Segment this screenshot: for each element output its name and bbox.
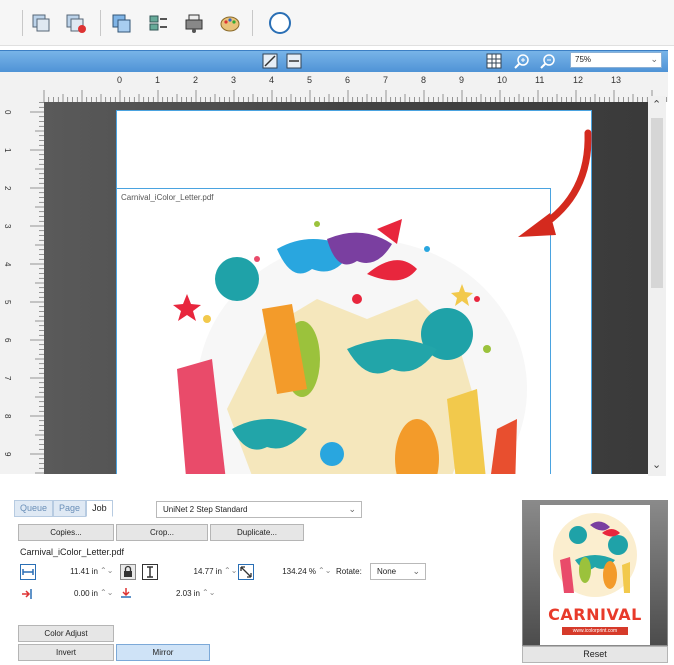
mirror-button[interactable]: Mirror: [116, 644, 210, 661]
ruler-label: 6: [3, 338, 12, 343]
ruler-label: 0: [117, 75, 123, 85]
vertical-scrollbar[interactable]: ⌃ ⌄: [648, 96, 666, 476]
image-frame[interactable]: Carnival_iColor_Letter.pdf: [117, 188, 551, 474]
toolbar-separator: [22, 10, 23, 36]
compass-icon[interactable]: [268, 11, 292, 35]
fit-page-icon[interactable]: [262, 53, 278, 69]
width-stepper[interactable]: ⌃⌄: [100, 566, 113, 575]
ruler-label: 4: [3, 262, 12, 267]
offset-x-icon: [20, 586, 36, 602]
lock-icon[interactable]: [120, 564, 136, 580]
ruler-label: 8: [421, 75, 427, 85]
scale-field[interactable]: 134.24 %: [260, 567, 316, 576]
scale-stepper[interactable]: ⌃⌄: [318, 566, 331, 575]
horizontal-ruler: 0 1 2 3 4 5 6 7 8 9 10 11 12 13: [0, 72, 668, 102]
ruler-label: 5: [3, 300, 12, 305]
preview-page: CARNIVAL www.icolorprint.com: [540, 505, 650, 645]
layers-add-icon[interactable]: [110, 11, 134, 35]
ruler-label: 3: [3, 224, 12, 229]
panel-tabs: Queue Page Job: [14, 500, 113, 517]
print-preview: CARNIVAL www.icolorprint.com: [522, 500, 668, 646]
tab-queue[interactable]: Queue: [14, 500, 54, 517]
offset-y-icon: [118, 586, 134, 602]
ruler-label: 8: [3, 414, 12, 419]
tab-page[interactable]: Page: [53, 500, 87, 517]
toolbar-separator: [252, 10, 253, 36]
ruler-label: 7: [3, 376, 12, 381]
preview-title: CARNIVAL: [548, 605, 642, 624]
preview-website: www.icolorprint.com: [562, 627, 628, 635]
ruler-label: 10: [497, 75, 508, 85]
scale-icon: [238, 564, 254, 580]
carnival-artwork: [173, 219, 527, 474]
zoom-out-icon[interactable]: [540, 53, 556, 69]
printer-driver-icon[interactable]: [182, 11, 206, 35]
ruler-label: 2: [3, 186, 12, 191]
ruler-label: 9: [3, 452, 12, 457]
ruler-label: 9: [459, 75, 465, 85]
rotate-value: None: [377, 567, 397, 576]
height-stepper[interactable]: ⌃⌄: [224, 566, 237, 575]
scroll-up-icon[interactable]: ⌃: [652, 98, 661, 111]
offset-x-field[interactable]: 0.00 in: [38, 589, 98, 598]
ruler-label: 5: [307, 75, 313, 85]
ruler-label: 3: [231, 75, 237, 85]
zoom-value: 75%: [575, 55, 592, 64]
chevron-down-icon: ⌄: [650, 54, 658, 64]
job-settings-panel: Queue Page Job UniNet 2 Step Standard ⌄ …: [14, 500, 514, 665]
vertical-ruler: 0 1 2 3 4 5 6 7 8 9: [0, 73, 44, 474]
height-icon: [142, 564, 158, 580]
ruler-label: 6: [345, 75, 351, 85]
scroll-down-icon[interactable]: ⌄: [652, 458, 661, 471]
ruler-label: 1: [3, 148, 12, 153]
grid-icon[interactable]: [486, 53, 502, 69]
width-field[interactable]: 11.41 in: [38, 567, 98, 576]
main-toolbar: [0, 0, 674, 46]
job-filename: Carnival_iColor_Letter.pdf: [20, 547, 125, 557]
scroll-thumb[interactable]: [651, 118, 663, 288]
toolbar-separator: [100, 10, 101, 36]
horizontal-ruler-ticks: [43, 90, 667, 102]
ruler-label: 0: [3, 110, 12, 115]
height-field[interactable]: 14.77 in: [160, 567, 222, 576]
layers-delete-icon[interactable]: [64, 11, 88, 35]
copies-button[interactable]: Copies...: [18, 524, 114, 541]
offset-y-field[interactable]: 2.03 in: [134, 589, 200, 598]
width-icon: [20, 564, 36, 580]
ruler-label: 7: [383, 75, 389, 85]
reset-button[interactable]: Reset: [522, 646, 668, 663]
crop-button[interactable]: Crop...: [116, 524, 208, 541]
chevron-down-icon: ⌄: [412, 566, 420, 576]
profile-select[interactable]: UniNet 2 Step Standard ⌄: [156, 501, 362, 518]
image-list-icon[interactable]: [146, 11, 170, 35]
profile-value: UniNet 2 Step Standard: [163, 505, 248, 514]
rotate-label: Rotate:: [336, 567, 362, 576]
duplicate-button[interactable]: Duplicate...: [210, 524, 304, 541]
fit-width-icon[interactable]: [286, 53, 302, 69]
color-palette-icon[interactable]: [218, 11, 242, 35]
zoom-select[interactable]: 75% ⌄: [570, 52, 662, 68]
ruler-label: 4: [269, 75, 275, 85]
ruler-label: 12: [573, 75, 584, 85]
annotation-arrow: [518, 129, 592, 237]
color-adjust-button[interactable]: Color Adjust: [18, 625, 114, 642]
zoom-in-icon[interactable]: [514, 53, 530, 69]
ruler-label: 13: [611, 75, 622, 85]
ruler-label: 1: [155, 75, 161, 85]
invert-button[interactable]: Invert: [18, 644, 114, 661]
ruler-label: 2: [193, 75, 199, 85]
layers-icon[interactable]: [30, 11, 54, 35]
ruler-label: 11: [535, 75, 545, 85]
rotate-select[interactable]: None ⌄: [370, 563, 426, 580]
preview-artwork: [553, 513, 637, 597]
tab-job[interactable]: Job: [86, 500, 113, 517]
offset-x-stepper[interactable]: ⌃⌄: [100, 588, 113, 597]
offset-y-stepper[interactable]: ⌃⌄: [202, 588, 215, 597]
view-bar: [0, 50, 668, 72]
chevron-down-icon: ⌄: [348, 504, 356, 514]
